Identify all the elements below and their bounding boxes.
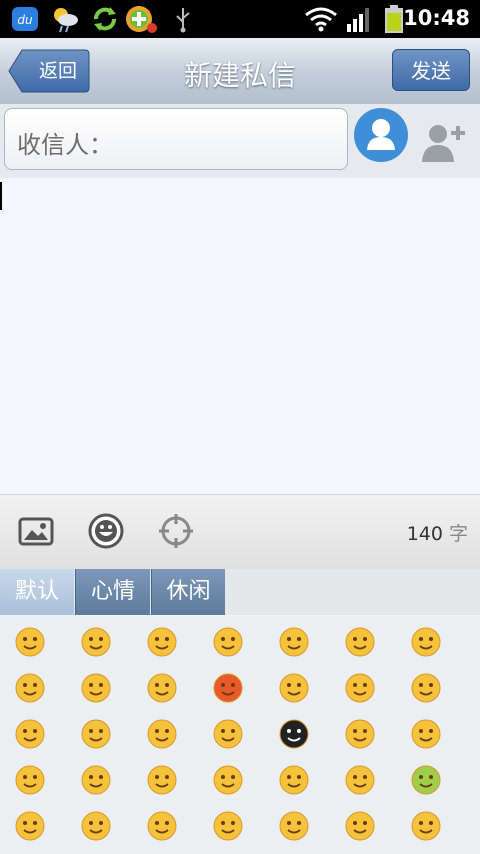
emoji-chuckle-icon[interactable] — [146, 810, 178, 842]
emoji-tongue-icon[interactable] — [410, 626, 442, 658]
emoji-grin-icon[interactable] — [80, 626, 112, 658]
text-cursor — [0, 182, 2, 210]
wifi-icon — [305, 7, 337, 32]
char-count: 140 — [406, 523, 443, 545]
emoji-pout-icon[interactable] — [410, 810, 442, 842]
emoji-annoyed-icon[interactable] — [278, 810, 310, 842]
emoji-blush-eyes-icon[interactable] — [212, 626, 244, 658]
contact-picker-button[interactable] — [354, 108, 408, 162]
emoji-grimace-icon[interactable] — [80, 810, 112, 842]
char-counter: 140 字 — [407, 519, 468, 546]
signal-icon — [347, 8, 369, 32]
recipient-row: 收信人： — [0, 104, 480, 178]
emoji-money-icon[interactable] — [80, 718, 112, 750]
emoji-sick-icon[interactable] — [410, 764, 442, 796]
clock: 10:48 — [403, 6, 470, 30]
emoji-grid — [0, 616, 480, 854]
emoji-content-icon[interactable] — [344, 672, 376, 704]
tab-mood[interactable]: 心情 — [75, 569, 150, 615]
emoji-curse-icon[interactable] — [14, 764, 46, 796]
emoji-black-icon[interactable] — [278, 718, 310, 750]
tab-leisure[interactable]: 休闲 — [151, 569, 225, 615]
security-app-icon — [126, 6, 157, 33]
tab-default[interactable]: 默认 — [0, 569, 74, 615]
location-icon[interactable] — [156, 511, 196, 551]
image-icon[interactable] — [16, 511, 56, 551]
emoji-heart-eyes-icon[interactable] — [146, 764, 178, 796]
emoji-upset-icon[interactable] — [80, 764, 112, 796]
recipient-label: 收信人： — [17, 131, 113, 159]
emoji-giggle-icon[interactable] — [146, 672, 178, 704]
recipient-input[interactable]: 收信人： — [4, 108, 348, 170]
status-bar: du 10:48 — [0, 0, 480, 38]
char-count-unit: 字 — [448, 523, 468, 545]
compose-toolbar: 140 字 — [0, 494, 480, 570]
person-icon — [367, 119, 395, 150]
title-bar: 返回 新建私信 发送 — [0, 38, 480, 105]
usb-icon — [176, 8, 190, 33]
emoji-tabs: 默认 心情 休闲 — [0, 569, 480, 615]
emoji-laugh-icon[interactable] — [146, 626, 178, 658]
emoji-meh-icon[interactable] — [278, 672, 310, 704]
emoji-think-icon[interactable] — [146, 718, 178, 750]
emoji-cry-icon[interactable] — [344, 626, 376, 658]
emoji-ponder-icon[interactable] — [344, 764, 376, 796]
emoji-tired-icon[interactable] — [80, 672, 112, 704]
emoji-smile-icon[interactable] — [14, 626, 46, 658]
emoji-sleepy-icon[interactable] — [14, 810, 46, 842]
emoji-icon[interactable] — [86, 511, 126, 551]
emoji-surprised-icon[interactable] — [344, 718, 376, 750]
emoji-shock-icon[interactable] — [278, 764, 310, 796]
send-button[interactable]: 发送 — [392, 49, 470, 91]
weather-icon — [54, 8, 78, 33]
add-user-icon[interactable] — [418, 120, 470, 166]
sync-icon — [94, 7, 116, 31]
emoji-wow-icon[interactable] — [410, 718, 442, 750]
svg-text:du: du — [17, 13, 33, 27]
emoji-bored-icon[interactable] — [344, 810, 376, 842]
emoji-hmm-icon[interactable] — [212, 810, 244, 842]
emoji-clap-icon[interactable] — [212, 764, 244, 796]
baidu-app-icon: du — [12, 7, 38, 31]
emoji-cool-icon[interactable] — [212, 718, 244, 750]
emoji-angry-icon[interactable] — [212, 672, 244, 704]
emoji-yawn-icon[interactable] — [14, 718, 46, 750]
message-editor[interactable] — [0, 178, 480, 494]
emoji-scream-icon[interactable] — [14, 672, 46, 704]
emoji-shy-icon[interactable] — [410, 672, 442, 704]
emoji-dizzy-icon[interactable] — [278, 626, 310, 658]
